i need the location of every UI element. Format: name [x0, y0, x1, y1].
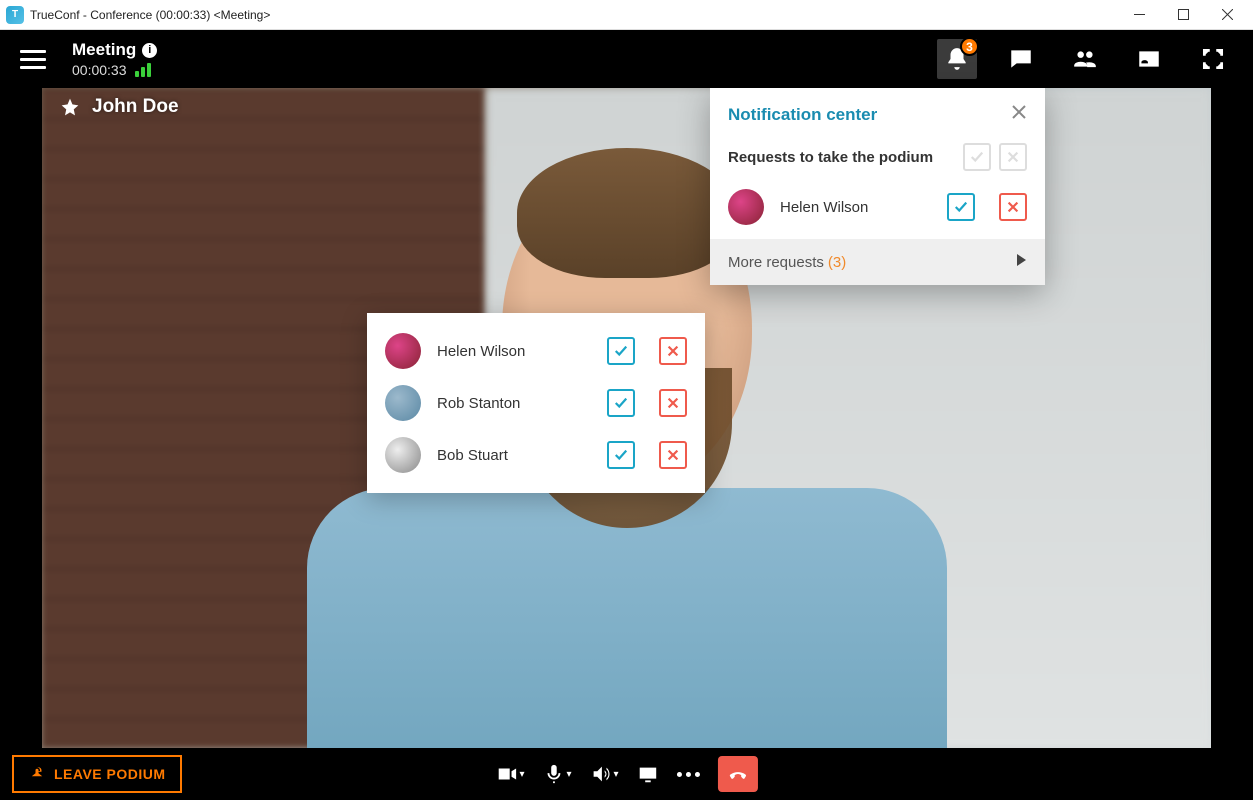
more-requests-label: More requests	[728, 254, 824, 271]
meeting-info: Meeting i 00:00:33	[72, 40, 157, 78]
accept-all-button[interactable]	[963, 143, 991, 171]
chevron-down-icon: ▾	[614, 769, 619, 780]
window-minimize-button[interactable]	[1117, 1, 1161, 29]
video-area: John Doe Helen Wilson Rob Stanton Bob St…	[0, 88, 1253, 748]
decline-all-button[interactable]	[999, 143, 1027, 171]
request-row: Helen Wilson	[710, 181, 1045, 239]
decline-button[interactable]	[659, 337, 687, 365]
request-name: Bob Stuart	[437, 447, 591, 464]
requests-popup: Helen Wilson Rob Stanton Bob Stuart	[367, 313, 705, 493]
notification-center-title: Notification center	[728, 105, 877, 125]
request-row: Bob Stuart	[367, 429, 705, 481]
more-requests-count: (3)	[828, 254, 846, 271]
close-icon[interactable]	[1011, 104, 1027, 125]
microphone-button[interactable]: ▾	[542, 763, 571, 785]
more-options-button[interactable]	[677, 772, 700, 777]
decline-button[interactable]	[659, 441, 687, 469]
participants-button[interactable]	[1065, 39, 1105, 79]
participant-overlay: John Doe	[60, 96, 179, 118]
decline-button[interactable]	[659, 389, 687, 417]
accept-button[interactable]	[607, 389, 635, 417]
notification-center-panel: Notification center Requests to take the…	[710, 88, 1045, 285]
accept-button[interactable]	[607, 337, 635, 365]
avatar	[728, 189, 764, 225]
request-row: Rob Stanton	[367, 377, 705, 429]
leave-icon	[28, 765, 46, 783]
decline-button[interactable]	[999, 193, 1027, 221]
info-icon[interactable]: i	[142, 43, 157, 58]
leave-podium-button[interactable]: LEAVE PODIUM	[12, 755, 182, 793]
contact-card-button[interactable]	[1129, 39, 1169, 79]
star-icon	[60, 97, 80, 117]
notification-section-title: Requests to take the podium	[728, 149, 933, 166]
request-name: Helen Wilson	[780, 199, 931, 216]
chevron-right-icon	[1015, 253, 1027, 271]
app-icon: T	[6, 6, 24, 24]
meeting-timer: 00:00:33	[72, 62, 127, 78]
request-name: Helen Wilson	[437, 343, 591, 360]
notifications-button[interactable]: 3	[937, 39, 977, 79]
top-bar: Meeting i 00:00:33 3	[0, 30, 1253, 88]
camera-button[interactable]: ▾	[495, 763, 524, 785]
window-titlebar: T TrueConf - Conference (00:00:33) <Meet…	[0, 0, 1253, 30]
leave-podium-label: LEAVE PODIUM	[54, 766, 166, 782]
bottom-bar: LEAVE PODIUM ▾ ▾ ▾	[0, 748, 1253, 800]
request-name: Rob Stanton	[437, 395, 591, 412]
avatar	[385, 437, 421, 473]
window-maximize-button[interactable]	[1161, 1, 1205, 29]
center-controls: ▾ ▾ ▾	[495, 756, 757, 792]
chevron-down-icon: ▾	[519, 769, 524, 780]
chat-button[interactable]	[1001, 39, 1041, 79]
signal-icon	[135, 63, 151, 77]
request-row: Helen Wilson	[367, 325, 705, 377]
speaker-button[interactable]: ▾	[590, 763, 619, 785]
fullscreen-button[interactable]	[1193, 39, 1233, 79]
accept-button[interactable]	[607, 441, 635, 469]
hangup-button[interactable]	[718, 756, 758, 792]
dots-icon	[677, 772, 700, 777]
share-screen-button[interactable]	[637, 763, 659, 785]
chevron-down-icon: ▾	[566, 769, 571, 780]
menu-button[interactable]	[20, 41, 56, 77]
notification-badge: 3	[960, 37, 979, 56]
window-title: TrueConf - Conference (00:00:33) <Meetin…	[30, 8, 1117, 22]
accept-button[interactable]	[947, 193, 975, 221]
more-requests-button[interactable]: More requests (3)	[710, 239, 1045, 285]
participant-name: John Doe	[92, 96, 179, 118]
window-close-button[interactable]	[1205, 1, 1249, 29]
avatar	[385, 333, 421, 369]
avatar	[385, 385, 421, 421]
meeting-title: Meeting	[72, 40, 136, 60]
